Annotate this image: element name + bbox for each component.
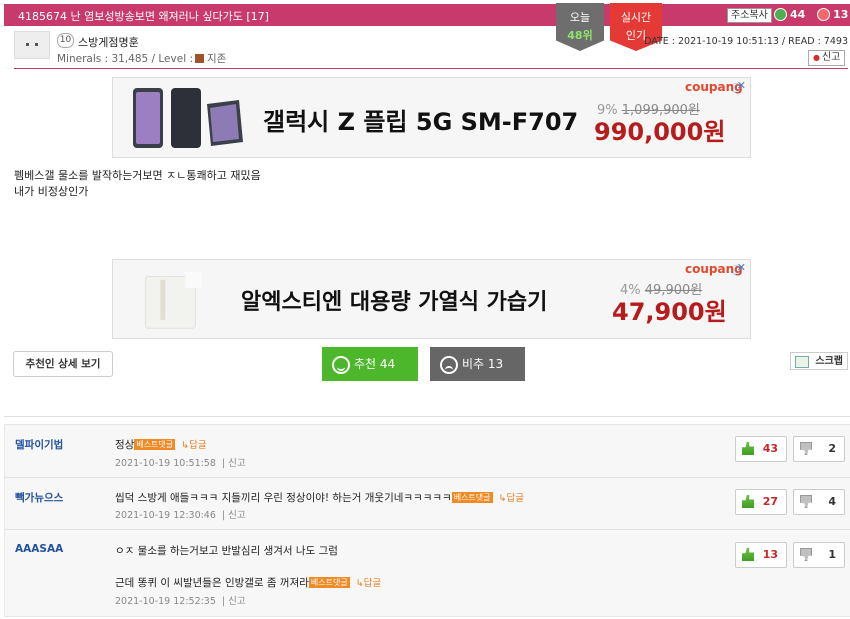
post-body-line: 펨베스갤 물소를 발작하는거보면 ㅈㄴ통쾌하고 재밌음 <box>14 169 261 182</box>
best-comment-badge: 베스트댓글 <box>308 577 350 588</box>
thumbs-up-icon <box>742 548 754 561</box>
author-nickname[interactable]: 스방게점명훈 <box>78 34 139 50</box>
thumbs-up-icon <box>742 442 754 455</box>
today-badge-label: 오늘 <box>569 11 591 24</box>
post-title: 4185674 난 염보성방송보면 왜져러나 싶다가도 [17] <box>18 10 269 23</box>
comment-date: 2021-10-19 12:52:35 | 신고 <box>115 596 246 607</box>
comment-upvote-button[interactable]: 27 <box>735 489 787 515</box>
today-rank-badge: 오늘 48위 <box>556 3 604 51</box>
thumbs-up-icon <box>742 495 754 508</box>
comment-author[interactable]: 빽가뉴으스 <box>15 490 63 505</box>
post-vote-summary: 44 13 <box>774 8 848 21</box>
humidifier-image <box>144 271 202 329</box>
comment-upvote-button[interactable]: 43 <box>735 436 787 462</box>
post-body: 펨베스갤 물소를 발작하는거보면 ㅈㄴ통쾌하고 재밌음 내가 비정상인가 <box>14 168 261 200</box>
ad-price: 990,000원 <box>594 118 726 146</box>
copy-address-button[interactable]: 주소복사 <box>727 8 772 23</box>
divider <box>4 416 850 417</box>
comment-text: 씹덕 스방게 애들ㅋㅋㅋ 지들끼리 우린 정상이야! 하는거 개웃기네ㅋㅋㅋㅋㅋ… <box>115 492 524 504</box>
vote-up-count: 44 <box>790 8 806 21</box>
reply-link[interactable]: ↳답글 <box>356 578 381 589</box>
comment-list: 델파이기법 정상 베스트댓글 ↳답글 2021-10-19 10:51:58 | 신고… <box>4 424 850 617</box>
today-badge-rank: 48위 <box>567 29 593 42</box>
avatar[interactable] <box>14 31 50 59</box>
comment-date: 2021-10-19 10:51:58 | 신고 <box>115 458 246 469</box>
best-comment-badge: 베스트댓글 <box>134 439 176 450</box>
comment-downvote-button[interactable]: 2 <box>793 436 845 462</box>
comment-author[interactable]: AAASAA <box>15 543 63 555</box>
smile-icon <box>774 8 787 21</box>
comment-text: ㅇㅈ 물소를 하는거보고 반발심리 생겨서 나도 그럼 <box>115 545 338 557</box>
divider <box>5 477 850 478</box>
recommend-button[interactable]: 추천 44 <box>322 347 418 381</box>
comment-downvote-button[interactable]: 4 <box>793 489 845 515</box>
post-body-line: 내가 비정상인가 <box>14 185 89 198</box>
scrap-label: 스크랩 <box>815 356 843 367</box>
comment-author[interactable]: 델파이기법 <box>15 437 63 452</box>
thumbs-down-icon <box>800 442 812 455</box>
author-stats: Minerals : 31,485 / Level : 지존 <box>57 51 226 66</box>
divider <box>5 529 850 530</box>
rank-label: 지존 <box>207 53 227 65</box>
comment-upvote-button[interactable]: 13 <box>735 542 787 568</box>
ad-price: 47,900원 <box>612 298 727 326</box>
ad-banner-phone[interactable]: 갤럭시 Z 플립 5G SM-F707 9% 1,099,900원 990,00… <box>112 77 751 158</box>
phone-image <box>133 88 243 148</box>
report-button[interactable]: 신고 <box>808 50 846 66</box>
smile-icon <box>332 356 350 374</box>
scrap-icon <box>795 356 809 368</box>
comment-date: 2021-10-19 12:30:46 | 신고 <box>115 510 246 521</box>
live-badge-label: 실시간 <box>620 11 652 24</box>
frown-icon <box>817 8 831 21</box>
ad-banner-humidifier[interactable]: 알엑스티엔 대용량 가열식 가습기 4% 49,900원 47,900원 cou… <box>112 259 751 339</box>
post-title-bar: 4185674 난 염보성방송보면 왜져러나 싶다가도 [17] <box>4 4 850 26</box>
ad-title: 알엑스티엔 대용량 가열식 가습기 <box>241 290 548 315</box>
oppose-label: 비추 13 <box>462 357 504 371</box>
ad-title: 갤럭시 Z 플립 5G SM-F707 <box>263 108 579 136</box>
comment-downvote-button[interactable]: 1 <box>793 542 845 568</box>
scrap-button[interactable]: 스크랩 <box>790 352 848 370</box>
best-comment-badge: 베스트댓글 <box>451 492 493 503</box>
recommend-label: 추천 44 <box>354 357 396 371</box>
comment-report-link[interactable]: | 신고 <box>222 596 246 607</box>
oppose-button[interactable]: 비추 13 <box>430 347 525 381</box>
comment-report-link[interactable]: | 신고 <box>222 458 246 469</box>
recommender-detail-button[interactable]: 추천인 상세 보기 <box>13 351 113 377</box>
minerals-label: Minerals : 31,485 / Level : <box>57 53 193 65</box>
level-badge: 10 <box>57 33 74 48</box>
vote-down-count: 13 <box>833 8 849 21</box>
post-date-read: DATE : 2021-10-19 10:51:13 / READ : 7493 <box>644 36 848 47</box>
rank-icon <box>195 54 204 63</box>
thumbs-down-icon <box>800 495 812 508</box>
reply-link[interactable]: ↳답글 <box>181 440 206 451</box>
close-icon[interactable]: ✕ <box>737 79 746 92</box>
divider <box>14 68 848 69</box>
comment-text: 정상 베스트댓글 ↳답글 <box>115 439 207 451</box>
reply-link[interactable]: ↳답글 <box>499 493 524 504</box>
frown-icon <box>440 356 458 374</box>
thumbs-down-icon <box>800 548 812 561</box>
close-icon[interactable]: ✕ <box>737 261 746 274</box>
comment-text: 근데 똥퀴 이 씨발년들은 인방갤로 좀 꺼져라 베스트댓글 ↳답글 <box>115 577 382 589</box>
comment-report-link[interactable]: | 신고 <box>222 510 246 521</box>
